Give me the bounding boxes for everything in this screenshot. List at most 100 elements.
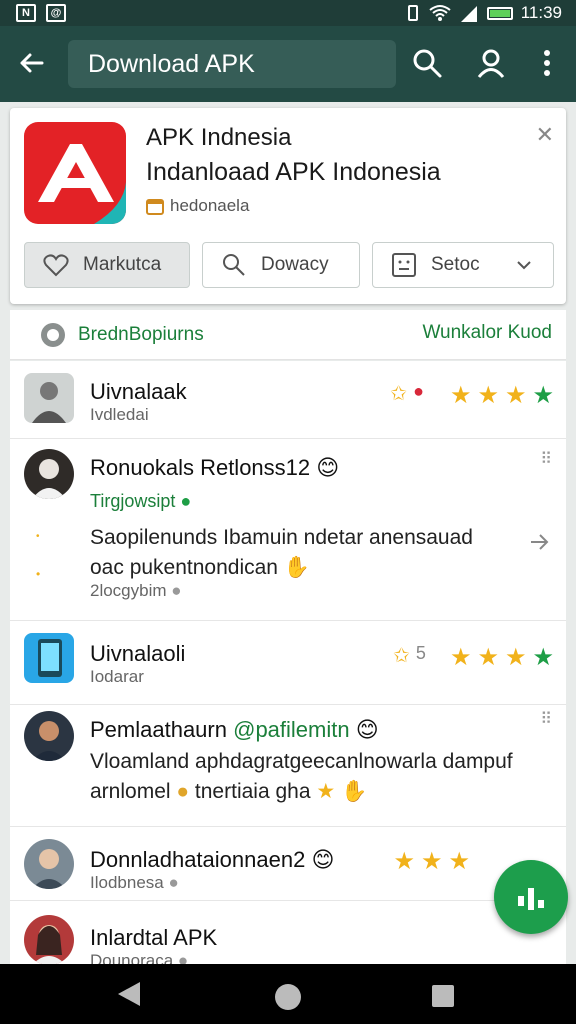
star-icon: ★: [504, 382, 527, 409]
heart-icon: [43, 254, 69, 277]
signal-icon: [460, 6, 477, 22]
location-icon: ●: [171, 581, 182, 600]
star-green-icon: ★: [532, 382, 554, 409]
wifi-icon: [429, 5, 451, 21]
list-item[interactable]: Ronuokals Retlonss12 😊 Tirgjowsipt ● Sao…: [10, 439, 566, 621]
smile-emoji-icon: 😊: [316, 455, 340, 480]
star-icon: ★: [477, 644, 499, 671]
status-bar: N @ 11:39: [0, 0, 576, 26]
rating-stars: ✩ ● ★ ★ ★ ★: [390, 381, 554, 410]
download-label: Dowacy: [261, 254, 329, 275]
star-emoji-icon: ★: [316, 780, 336, 803]
list-item[interactable]: Inlardtal APK Dounoraca ●: [10, 901, 566, 964]
drag-handle-icon[interactable]: ⠿: [540, 709, 552, 729]
item-title: Ronuokals Retlonss12 😊: [90, 455, 340, 480]
item-subtitle: Ivdledai: [90, 405, 149, 424]
calendar-icon: [146, 199, 164, 215]
avatar: [24, 915, 74, 964]
item-subtitle: Ilodbnesa ●: [90, 873, 179, 892]
fab-edit-button[interactable]: [494, 860, 568, 934]
profile-icon[interactable]: [474, 46, 508, 80]
app-name: APK Indnesia: [146, 124, 292, 151]
favorite-button[interactable]: Markutca: [24, 242, 190, 288]
clock: 11:39: [520, 3, 562, 22]
pin-icon: ●: [413, 381, 424, 401]
item-tag[interactable]: Tirgjowsipt ●: [90, 491, 191, 512]
item-title: Donnladhataionnaen2 😊: [90, 847, 335, 872]
star-icon: ★: [477, 382, 499, 409]
item-title: Inlardtal APK: [90, 925, 218, 950]
more-vert-icon[interactable]: [530, 46, 564, 80]
chevron-down-icon: [516, 261, 531, 270]
coin-emoji-icon: ●: [176, 780, 190, 803]
recents-icon[interactable]: [432, 985, 454, 1007]
item-meta: 2locgybim ●: [90, 581, 182, 600]
item-subtitle: Iodarar: [90, 667, 144, 686]
app-subtitle: Indanloaad APK Indonesia: [146, 158, 441, 186]
item-title: Pemlaathaurn @pafilemitn 😊: [90, 717, 379, 742]
rating-stars: ★ ★ ★: [393, 847, 470, 876]
star-icon: ★: [393, 848, 415, 875]
tab-row: BrednBopiurns Wunkalor Kuod: [10, 310, 566, 360]
star-outline-icon: ✩: [393, 645, 410, 667]
app-icon: [24, 633, 74, 683]
tab-left-label: BrednBopiurns: [78, 324, 204, 345]
edit-icon: [518, 888, 544, 910]
avatar: [24, 449, 74, 499]
sparkle-icon: •: [36, 531, 40, 542]
star-outline-icon: ✩: [390, 383, 408, 405]
hand-emoji-icon: ✋: [341, 780, 368, 803]
download-button[interactable]: Dowacy: [202, 242, 360, 288]
star-icon: ★: [448, 848, 470, 875]
search-icon: [223, 254, 245, 276]
app-bar: Download APK: [0, 26, 576, 102]
smile-emoji-icon: 😊: [311, 847, 335, 872]
avatar: [24, 711, 74, 761]
star-icon: ★: [449, 644, 472, 671]
feed-list: Uivnalaak Ivdledai ✩ ● ★ ★ ★ ★ Ronuokals…: [10, 361, 566, 964]
vibrate-icon: [407, 5, 418, 21]
developer-label: hedonaela: [170, 196, 250, 215]
list-item[interactable]: Pemlaathaurn @pafilemitn 😊 Vloamland aph…: [10, 705, 566, 827]
close-icon[interactable]: ✕: [536, 122, 554, 148]
item-body: Vloamland aphdagratgeecanlnowarla dampuf…: [90, 750, 513, 803]
star-icon: ★: [420, 848, 443, 875]
battery-icon: [486, 6, 513, 20]
arrow-left-icon[interactable]: [14, 46, 48, 80]
drag-handle-icon[interactable]: ⠿: [540, 449, 552, 469]
developer-name[interactable]: hedonaela: [146, 196, 249, 216]
home-icon[interactable]: [275, 984, 301, 1010]
arrow-right-icon[interactable]: [528, 531, 550, 553]
tab-left[interactable]: BrednBopiurns: [40, 322, 204, 348]
favorite-label: Markutca: [83, 254, 162, 275]
app-logo[interactable]: [24, 122, 126, 224]
search-icon[interactable]: [410, 46, 444, 80]
app-card: APK Indnesia Indanloaad APK Indonesia he…: [10, 108, 566, 304]
notification-at-icon: @: [46, 4, 66, 22]
sparkle-icon: •: [36, 567, 41, 581]
list-item[interactable]: Uivnalaoli Iodarar ✩ 5 ★ ★ ★ ★: [10, 621, 566, 705]
item-subtitle: Dounoraca ●: [90, 951, 188, 964]
globe-icon: ●: [180, 491, 192, 511]
smile-emoji-icon: 😊: [355, 717, 379, 742]
settings-dropdown[interactable]: Setoc: [372, 242, 554, 288]
item-title: Uivnalaak: [90, 379, 187, 404]
back-icon[interactable]: [118, 982, 140, 1006]
item-handle[interactable]: @pafilemitn: [233, 717, 350, 742]
star-icon: ★: [449, 382, 472, 409]
face-icon: [392, 253, 416, 277]
list-item[interactable]: Donnladhataionnaen2 😊 Ilodbnesa ● ★ ★ ★: [10, 827, 566, 901]
list-item[interactable]: Uivnalaak Ivdledai ✩ ● ★ ★ ★ ★: [10, 361, 566, 439]
navigation-bar: [0, 964, 576, 1024]
item-body: Saopilenunds Ibamuin ndetar anensauad oa…: [90, 526, 473, 579]
avatar: [24, 373, 74, 423]
avatar: [24, 839, 74, 889]
location-icon: ●: [177, 951, 189, 964]
settings-label: Setoc: [431, 254, 480, 275]
star-green-icon: ★: [532, 644, 554, 671]
location-icon: ●: [168, 873, 179, 892]
tab-right[interactable]: Wunkalor Kuod: [422, 322, 552, 344]
notification-n-icon: N: [16, 4, 36, 22]
rating-stars: ✩ 5 ★ ★ ★ ★: [393, 643, 554, 672]
search-input[interactable]: Download APK: [68, 40, 396, 88]
